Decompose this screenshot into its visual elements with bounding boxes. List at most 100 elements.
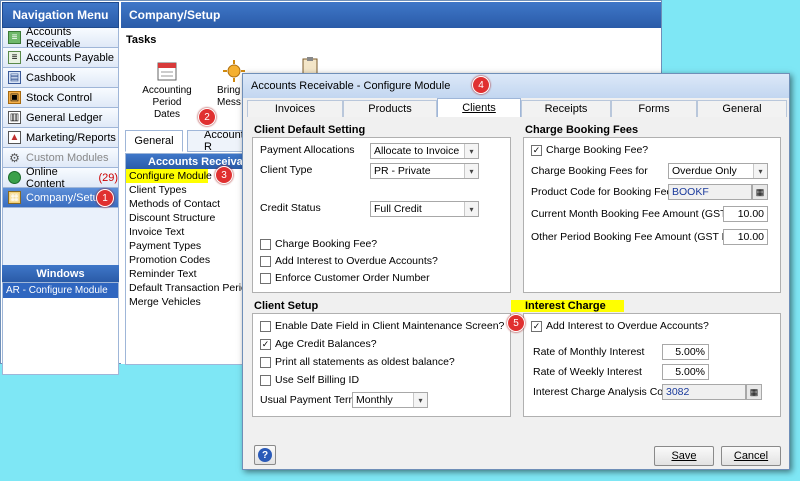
module-item-promotion-codes[interactable]: Promotion Codes — [126, 253, 246, 267]
tasks-title: Tasks — [126, 34, 157, 46]
save-button[interactable]: Save — [654, 446, 714, 466]
chk-add-interest[interactable]: Add Interest to Overdue Accounts? — [260, 255, 438, 267]
credit-status-select[interactable]: Full Credit ▾ — [370, 201, 479, 217]
chevron-down-icon: ▾ — [464, 164, 478, 178]
tab-general[interactable]: General — [125, 130, 183, 152]
monthly-interest-input[interactable]: 5.00% — [662, 344, 709, 360]
nav-item-accounts-receivable[interactable]: ≡ Accounts Receivable — [2, 26, 119, 50]
chart-icon: ▲ — [8, 131, 21, 144]
chk-self-billing-id[interactable]: Use Self Billing ID — [260, 374, 359, 386]
step-badge-3: 3 — [215, 166, 233, 184]
module-task-list: Accounts Receivable Configure Module Cli… — [125, 153, 253, 365]
module-item-invoice-text[interactable]: Invoice Text — [126, 225, 246, 239]
ledger-book-icon: ▥ — [8, 111, 21, 124]
nav-item-cashbook[interactable]: ▤ Cashbook — [2, 68, 119, 88]
help-icon: ? — [258, 448, 272, 462]
help-button[interactable]: ? — [254, 445, 276, 465]
other-booking-fee-input[interactable]: 10.00 — [723, 229, 768, 245]
dialog-tab-forms[interactable]: Forms — [611, 100, 697, 117]
module-item-reminder-text[interactable]: Reminder Text — [126, 267, 246, 281]
chk-enforce-order-number[interactable]: Enforce Customer Order Number — [260, 272, 430, 284]
chk-print-all-statements[interactable]: Print all statements as oldest balance? — [260, 356, 455, 368]
module-item-default-transaction-period[interactable]: Default Transaction Period — [126, 281, 253, 295]
module-item-discount-structure[interactable]: Discount Structure — [126, 211, 246, 225]
step-badge-1: 1 — [96, 189, 114, 207]
lookup-grid-icon: ▦ — [755, 186, 765, 197]
nav-item-marketing-reports[interactable]: ▲ Marketing/Reports — [2, 128, 119, 148]
configure-module-dialog: Accounts Receivable - Configure Module I… — [242, 73, 790, 470]
other-booking-fee-label: Other Period Booking Fee Amount (GST Exc… — [531, 231, 745, 243]
lookup-grid-icon: ▦ — [749, 386, 759, 397]
client-default-group: Payment Allocations Allocate to Invoice ▾… — [252, 137, 511, 293]
nav-item-online-content[interactable]: Online Content (29) — [2, 166, 119, 190]
chevron-down-icon: ▾ — [753, 164, 767, 178]
nav-title: Navigation Menu — [2, 2, 119, 28]
interest-code-input[interactable]: 3082 — [662, 384, 746, 400]
booking-fee-code-label: Product Code for Booking Fee: — [531, 186, 676, 198]
weekly-interest-label: Rate of Weekly Interest — [533, 366, 642, 378]
booking-fee-code-input[interactable]: BOOKF — [668, 184, 752, 200]
step-badge-2: 2 — [198, 108, 216, 126]
step-badge-5: 5 — [507, 314, 525, 332]
interest-charge-group: ✓ Add Interest to Overdue Accounts? Rate … — [523, 313, 781, 417]
nav-item-stock-control[interactable]: ▣ Stock Control — [2, 88, 119, 108]
interest-charge-title: Interest Charge — [511, 300, 624, 312]
chk-interest-overdue[interactable]: ✓ Add Interest to Overdue Accounts? — [531, 320, 709, 332]
checkbox-unchecked — [260, 238, 271, 250]
dialog-tab-clients[interactable]: Clients — [437, 98, 521, 117]
step-badge-4: 4 — [472, 76, 490, 94]
online-content-count: (29) — [98, 171, 118, 184]
booking-fees-group: ✓ Charge Booking Fee? Charge Booking Fees… — [523, 137, 781, 293]
module-item-configure-module[interactable]: Configure Module — [126, 169, 212, 183]
task-accounting-period-dates[interactable]: Accounting Period Dates — [139, 60, 195, 121]
nav-item-accounts-payable[interactable]: ≡ Accounts Payable — [2, 48, 119, 68]
module-item-client-types[interactable]: Client Types — [126, 183, 246, 197]
checkbox-unchecked — [260, 272, 271, 284]
current-booking-fee-input[interactable]: 10.00 — [723, 206, 768, 222]
chk-booking-fee-enabled[interactable]: ✓ Charge Booking Fee? — [531, 144, 648, 156]
client-type-label: Client Type — [260, 164, 313, 176]
booking-fee-lookup-button[interactable]: ▦ — [752, 184, 768, 200]
module-item-merge-vehicles[interactable]: Merge Vehicles — [126, 295, 246, 309]
booking-fees-for-label: Charge Booking Fees for — [531, 165, 648, 177]
gear-icon: ⚙ — [9, 150, 20, 165]
booking-fees-for-select[interactable]: Overdue Only ▾ — [668, 163, 768, 179]
dialog-tab-general[interactable]: General — [697, 100, 787, 117]
cashbook-icon: ▤ — [8, 71, 21, 84]
dialog-tab-receipts[interactable]: Receipts — [521, 100, 611, 117]
globe-icon — [8, 171, 21, 184]
chk-charge-booking-fee[interactable]: Charge Booking Fee? — [260, 238, 377, 250]
windows-list: AR - Configure Module — [2, 282, 119, 375]
monthly-interest-label: Rate of Monthly Interest — [533, 346, 645, 358]
credit-status-label: Credit Status — [260, 202, 321, 214]
chk-enable-date-field[interactable]: Enable Date Field in Client Maintenance … — [260, 320, 504, 332]
dialog-tab-products[interactable]: Products — [343, 100, 437, 117]
pane-title: Company/Setup — [121, 2, 661, 28]
payment-terms-select[interactable]: Monthly ▾ — [352, 392, 428, 408]
module-item-payment-types[interactable]: Payment Types — [126, 239, 246, 253]
dialog-tab-invoices[interactable]: Invoices — [247, 100, 343, 117]
dialog-title: Accounts Receivable - Configure Module — [243, 74, 789, 98]
nav-spacer — [2, 208, 119, 265]
client-type-select[interactable]: PR - Private ▾ — [370, 163, 479, 179]
chk-age-credit-balances[interactable]: ✓ Age Credit Balances? — [260, 338, 377, 350]
windows-title: Windows — [2, 265, 119, 282]
weekly-interest-input[interactable]: 5.00% — [662, 364, 709, 380]
checkbox-checked: ✓ — [260, 338, 271, 350]
checkbox-unchecked — [260, 320, 271, 332]
payment-allocations-select[interactable]: Allocate to Invoice ▾ — [370, 143, 479, 159]
current-booking-fee-label: Current Month Booking Fee Amount (GST Ex… — [531, 208, 753, 220]
cancel-button[interactable]: Cancel — [721, 446, 781, 466]
client-setup-group: Enable Date Field in Client Maintenance … — [252, 313, 511, 417]
interest-code-lookup-button[interactable]: ▦ — [746, 384, 762, 400]
checkbox-unchecked — [260, 374, 271, 386]
client-setup-title: Client Setup — [254, 300, 319, 312]
nav-item-general-ledger[interactable]: ▥ General Ledger — [2, 108, 119, 128]
stock-icon: ▣ — [8, 91, 21, 104]
window-item-ar-configure[interactable]: AR - Configure Module — [3, 283, 118, 298]
booking-fees-title: Charge Booking Fees — [525, 124, 639, 136]
navigation-menu: Navigation Menu ≡ Accounts Receivable ≡ Ac… — [2, 2, 119, 375]
checkbox-unchecked — [260, 255, 271, 267]
ledger-icon: ≡ — [8, 31, 21, 44]
module-item-methods-of-contact[interactable]: Methods of Contact — [126, 197, 246, 211]
